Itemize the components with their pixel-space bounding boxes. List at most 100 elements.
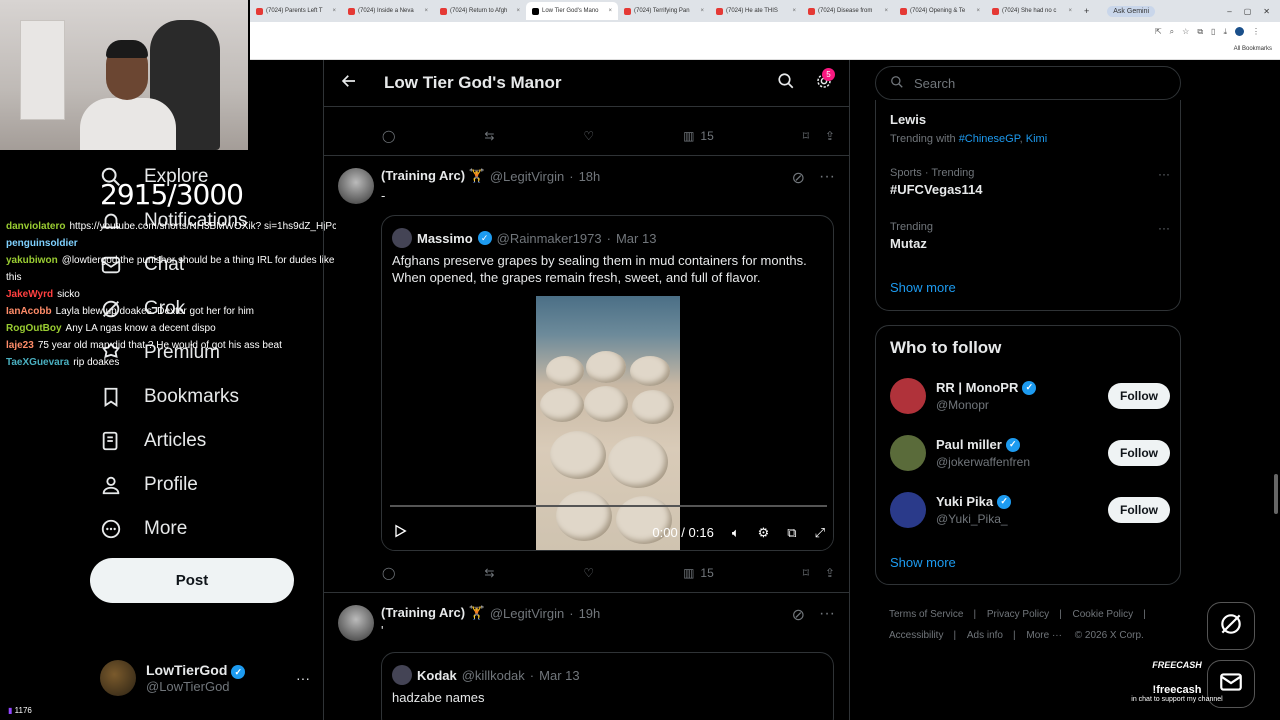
suggested-user[interactable]: RR | MonoPR ✓ @Monopr Follow (890, 378, 1170, 414)
bookmark-icon[interactable]: ⌑ (803, 566, 809, 580)
browser-tab-active[interactable]: Low Tier God's Mano × (526, 2, 618, 20)
footer-link[interactable]: More ··· (1026, 630, 1062, 641)
show-more-link[interactable]: Show more (890, 280, 956, 295)
minimize-icon[interactable]: – (1227, 7, 1231, 16)
suggested-user[interactable]: Paul miller ✓ @jokerwaffenfren Follow (890, 435, 1170, 471)
grok-icon[interactable]: ⊘ (792, 605, 805, 625)
search-input[interactable]: Search (875, 66, 1181, 100)
avatar[interactable] (338, 605, 374, 641)
close-window-icon[interactable]: ✕ (1263, 7, 1270, 16)
star-icon[interactable]: ☆ (1182, 27, 1189, 37)
follow-button[interactable]: Follow (1108, 497, 1170, 523)
all-bookmarks-link[interactable]: All Bookmarks (1234, 46, 1272, 52)
more-dots-icon[interactable]: ··· (819, 605, 835, 625)
avatar[interactable] (890, 435, 926, 471)
volume-icon[interactable]: 🔈︎ (732, 525, 740, 541)
views-counter[interactable]: ▥ 15 (683, 566, 714, 580)
pip-icon[interactable]: ⧉ (787, 525, 796, 541)
video-player[interactable]: 0:00 / 0:16 🔈︎ ⚙︎ ⧉ ⤢ (382, 296, 833, 550)
browser-tab[interactable]: (7024) Parents Left T × (250, 2, 342, 20)
nav-articles[interactable]: Articles (100, 430, 206, 452)
author-handle[interactable]: @LegitVirgin (490, 169, 564, 184)
close-tab-icon[interactable]: × (516, 8, 520, 14)
back-arrow-icon[interactable] (340, 72, 358, 95)
author-name[interactable]: (Training Arc) 🏋 (381, 605, 485, 621)
trend-item[interactable]: Sports · Trending #UFCVegas114 ··· (890, 167, 1170, 197)
close-tab-icon[interactable]: × (884, 8, 888, 14)
author-name[interactable]: (Training Arc) 🏋 (381, 168, 485, 184)
footer-link[interactable]: Terms of Service (889, 609, 963, 620)
extensions-icon[interactable]: ⧉ (1197, 27, 1203, 37)
close-tab-icon[interactable]: × (332, 8, 336, 14)
share-icon[interactable]: ⇪ (825, 566, 835, 580)
zoom-icon[interactable]: ⌕ (1170, 27, 1174, 37)
avatar[interactable] (890, 492, 926, 528)
browser-tab[interactable]: (7024) Return to Afgh × (434, 2, 526, 20)
reply-icon[interactable]: ◯ (382, 129, 395, 143)
author-handle[interactable]: @LegitVirgin (490, 606, 564, 621)
follow-button[interactable]: Follow (1108, 383, 1170, 409)
video-progress-bar[interactable] (390, 505, 827, 507)
nav-bookmarks[interactable]: Bookmarks (100, 386, 239, 408)
footer-link[interactable]: Cookie Policy (1073, 609, 1134, 620)
address-bar[interactable]: ⇱ ⌕ ☆ ⧉ ▯ ⤓ ⋮ (250, 22, 1280, 42)
close-tab-icon[interactable]: × (976, 8, 980, 14)
tweet-time[interactable]: 19h (579, 606, 601, 621)
bookmark-icon[interactable]: ⌑ (803, 129, 809, 143)
share-icon[interactable]: ⇪ (825, 129, 835, 143)
browser-tab[interactable]: (7024) Opening & Te × (894, 2, 986, 20)
views-counter[interactable]: ▥ 15 (683, 129, 714, 143)
ask-gemini-button[interactable]: Ask Gemini (1107, 5, 1156, 17)
search-icon[interactable] (777, 72, 795, 95)
show-more-link[interactable]: Show more (890, 555, 956, 570)
install-icon[interactable]: ⇱ (1155, 27, 1162, 37)
gear-icon[interactable]: ⚙︎ (758, 525, 770, 541)
footer-link[interactable]: Privacy Policy (987, 609, 1049, 620)
close-tab-icon[interactable]: × (700, 8, 704, 14)
like-icon[interactable]: ♡ (583, 566, 594, 580)
footer-link[interactable]: Accessibility (889, 630, 943, 641)
more-dots-icon[interactable]: ··· (296, 670, 310, 686)
suggested-user[interactable]: Yuki Pika ✓ @Yuki_Pika_ Follow (890, 492, 1170, 528)
follow-button[interactable]: Follow (1108, 440, 1170, 466)
nav-profile[interactable]: Profile (100, 474, 198, 496)
like-icon[interactable]: ♡ (583, 129, 594, 143)
download-icon[interactable]: ⤓ (1223, 27, 1227, 37)
browser-tab[interactable]: (7024) Disease from × (802, 2, 894, 20)
reply-icon[interactable]: ◯ (382, 566, 395, 580)
more-dots-icon[interactable]: ··· (819, 168, 835, 188)
grok-icon[interactable]: ⊘ (792, 168, 805, 188)
browser-tab[interactable]: (7024) She had no c × (986, 2, 1078, 20)
browser-tab[interactable]: (7024) He ate THIS × (710, 2, 802, 20)
quoted-tweet[interactable]: Massimo ✓ @Rainmaker1973 · Mar 13 Afghans pr… (381, 215, 834, 551)
more-dots-icon[interactable]: ··· (1158, 221, 1170, 235)
more-dots-icon[interactable]: ··· (1158, 167, 1170, 181)
avatar[interactable] (338, 168, 374, 204)
play-icon[interactable] (392, 523, 408, 542)
browser-tab[interactable]: (7024) Inside a Neva × (342, 2, 434, 20)
sidebar-icon[interactable]: ▯ (1211, 27, 1215, 37)
fullscreen-icon[interactable]: ⤢ (815, 525, 825, 541)
maximize-icon[interactable]: ▢ (1244, 7, 1252, 16)
browser-tab[interactable]: (7024) Terrifying Pan × (618, 2, 710, 20)
close-tab-icon[interactable]: × (424, 8, 428, 14)
scrollbar[interactable] (1274, 474, 1278, 514)
avatar[interactable] (1235, 27, 1244, 36)
account-switcher[interactable]: LowTierGod ✓ @LowTierGod ··· (100, 660, 310, 696)
trend-item[interactable]: Lewis Trending with #ChineseGP, Kimi (890, 112, 1047, 145)
grok-button[interactable] (1207, 602, 1255, 650)
avatar[interactable] (890, 378, 926, 414)
quoted-tweet[interactable]: Kodak @killkodak · Mar 13 hadzabe names (381, 652, 834, 720)
retweet-icon[interactable]: ⇆ (484, 566, 494, 580)
tweet-time[interactable]: 18h (579, 169, 601, 184)
close-tab-icon[interactable]: × (792, 8, 796, 14)
nav-more[interactable]: More (100, 518, 187, 540)
trend-item[interactable]: Trending Mutaz ··· (890, 221, 1170, 251)
menu-icon[interactable]: ⋮ (1252, 27, 1260, 37)
retweet-icon[interactable]: ⇆ (484, 129, 494, 143)
close-tab-icon[interactable]: × (1068, 8, 1072, 14)
footer-link[interactable]: Ads info (967, 630, 1003, 641)
close-tab-icon[interactable]: × (608, 8, 612, 14)
post-button[interactable]: Post (90, 558, 294, 603)
new-tab-icon[interactable]: + (1084, 6, 1089, 16)
